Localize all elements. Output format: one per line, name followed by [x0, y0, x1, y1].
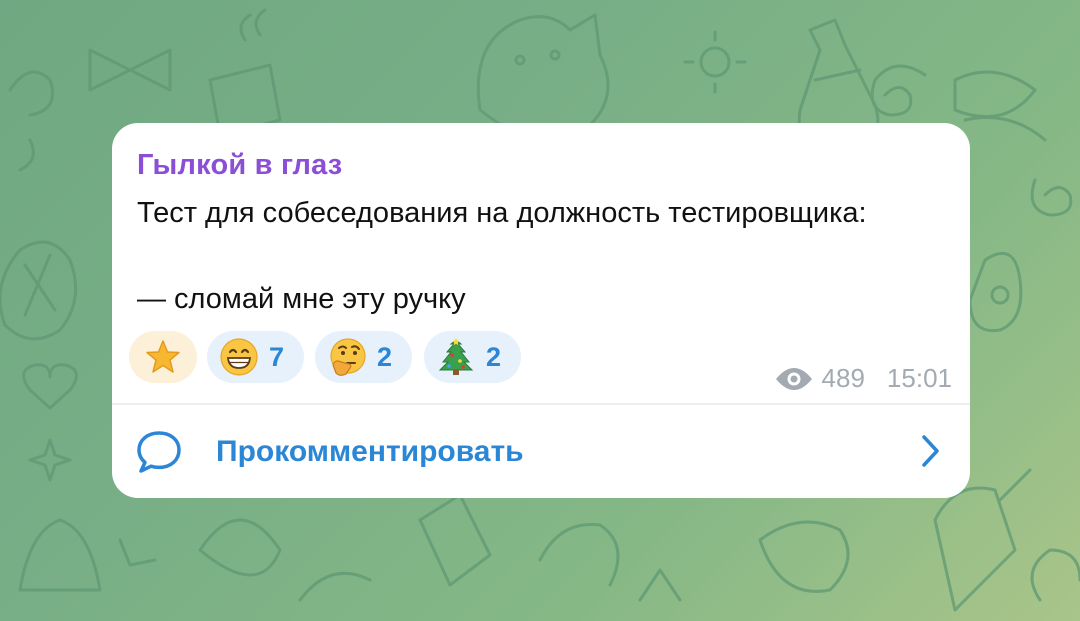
reaction-christmas-tree[interactable]: 2 — [424, 331, 521, 383]
star-emoji-icon — [146, 340, 180, 373]
sender-name[interactable]: Гылкой в глаз — [137, 149, 342, 182]
view-count: 489 — [821, 363, 865, 393]
christmas-tree-emoji-icon — [438, 338, 474, 375]
eye-icon — [775, 367, 812, 390]
comment-bubble-icon — [137, 431, 181, 473]
message-time: 15:01 — [886, 363, 952, 393]
message-meta: 489 15:01 — [774, 363, 952, 394]
message-bubble: Гылкой в глаз Тест для собеседования на … — [112, 123, 970, 498]
reaction-count: 7 — [269, 341, 285, 372]
message-text-line-2: — сломай мне эту ручку — [137, 283, 466, 315]
thinking-face-emoji-icon — [330, 338, 366, 376]
reaction-star[interactable] — [129, 331, 197, 383]
chevron-right-icon — [922, 435, 939, 467]
reaction-count: 2 — [377, 341, 393, 372]
comment-label: Прокомментировать — [216, 435, 524, 468]
grinning-face-emoji-icon — [220, 338, 258, 376]
reaction-grinning-face[interactable]: 7 — [207, 331, 304, 383]
comment-button[interactable]: Прокомментировать — [112, 405, 970, 498]
reaction-thinking-face[interactable]: 2 — [315, 331, 412, 383]
reaction-count: 2 — [486, 341, 502, 372]
message-text-line-1: Тест для собеседования на должность тест… — [137, 197, 867, 229]
